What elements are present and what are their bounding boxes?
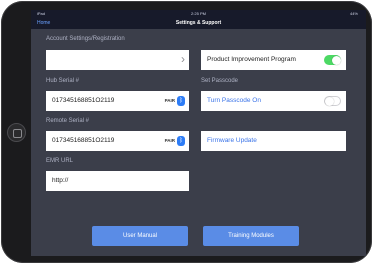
- training-modules-button[interactable]: Training Modules: [203, 226, 299, 246]
- product-improvement-label: Product Improvement Program: [207, 56, 296, 63]
- battery-label: 44%: [349, 11, 358, 16]
- remote-serial-field[interactable]: 017345168851O2119 PAIR ᛒ: [46, 131, 189, 151]
- app-screen: iPad 2:25 PM 44% Home Settings & Support…: [31, 10, 366, 256]
- toggle-knob: [325, 97, 334, 106]
- firmware-update-button[interactable]: Firmware Update: [201, 131, 346, 151]
- product-improvement-row: Product Improvement Program: [201, 50, 346, 70]
- product-improvement-toggle[interactable]: [324, 55, 341, 65]
- pair-label: PAIR: [164, 138, 175, 143]
- passcode-toggle[interactable]: [324, 96, 341, 106]
- hub-pair-button[interactable]: PAIR ᛒ: [165, 96, 185, 106]
- hub-serial-value: 017345168851O2119: [52, 97, 115, 104]
- remote-pair-button[interactable]: PAIR ᛒ: [165, 136, 185, 146]
- remote-serial-label: Remote Serial #: [46, 118, 90, 124]
- emr-url-value: http://: [52, 177, 69, 184]
- bluetooth-icon: ᛒ: [177, 96, 185, 106]
- emr-url-input[interactable]: http://: [46, 171, 189, 191]
- status-bar: iPad 2:25 PM 44%: [31, 10, 366, 18]
- account-settings-row[interactable]: ›: [46, 50, 189, 70]
- remote-serial-value: 017345168851O2119: [52, 137, 115, 144]
- hub-serial-field[interactable]: 017345168851O2119 PAIR ᛒ: [46, 91, 189, 111]
- passcode-label: Turn Passcode On: [207, 97, 261, 104]
- nav-bar: Home Settings & Support: [31, 18, 366, 29]
- emr-url-label: EMR URL: [46, 158, 74, 164]
- status-time: 2:25 PM: [191, 11, 206, 16]
- passcode-row: Turn Passcode On: [201, 91, 346, 111]
- page-title: Settings & Support: [175, 20, 222, 26]
- firmware-update-label: Firmware Update: [207, 137, 257, 144]
- ipad-frame: iPad 2:25 PM 44% Home Settings & Support…: [1, 1, 372, 263]
- home-button[interactable]: [7, 123, 26, 142]
- bluetooth-icon: ᛒ: [177, 136, 185, 146]
- passcode-section-label: Set Passcode: [201, 78, 239, 84]
- toggle-knob: [331, 55, 341, 65]
- pair-label: PAIR: [164, 98, 175, 103]
- chevron-right-icon: ›: [181, 52, 185, 66]
- hub-serial-label: Hub Serial #: [46, 78, 80, 84]
- user-manual-button[interactable]: User Manual: [92, 226, 188, 246]
- account-section-label: Account Settings/Registration: [46, 36, 125, 42]
